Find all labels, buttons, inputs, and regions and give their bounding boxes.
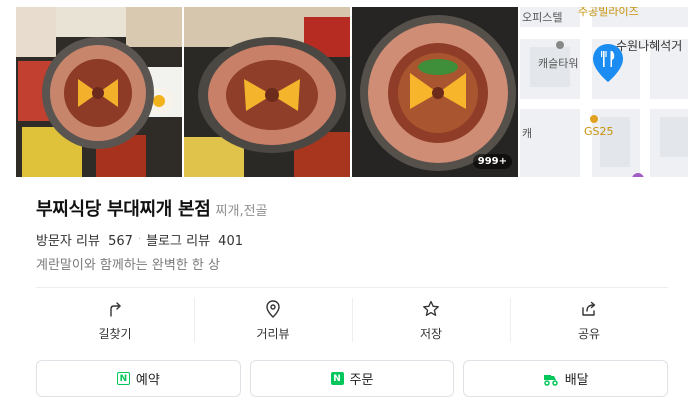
delivery-label: 배달 — [564, 373, 589, 388]
location-pin-icon — [266, 299, 280, 318]
directions-icon — [110, 301, 121, 317]
title-row: 부찌식당 부대찌개 본점 찌개,전골 — [36, 195, 268, 221]
photo-2-image — [184, 7, 350, 177]
review-row: 방문자 리뷰 567 · 블로그 리뷰 401 — [36, 230, 243, 249]
place-description: 계란말이와 함께하는 완벽한 한 상 — [36, 258, 220, 273]
photo-strip: 999+ 오피스텔 주공빌라이즈 캐슬타워 수원나혜석거 GS25 캐 — [16, 7, 688, 177]
fork-knife-icon — [593, 44, 623, 82]
blog-review-link[interactable]: 블로그 리뷰 401 — [146, 230, 243, 249]
share-icon — [582, 301, 596, 316]
photo-1[interactable] — [16, 7, 182, 177]
place-name[interactable]: 부찌식당 부대찌개 본점 — [36, 195, 211, 221]
directions-label: 길찾기 — [98, 326, 132, 341]
map-label-villa: 주공빌라이즈 — [578, 7, 639, 18]
map-label-gs25: GS25 — [584, 125, 614, 138]
order-button[interactable]: N 주문 — [249, 360, 455, 397]
map-background — [520, 7, 688, 177]
place-category: 찌개,전골 — [215, 204, 268, 219]
share-button[interactable]: 공유 — [510, 288, 668, 352]
photo-3[interactable]: 999+ — [352, 7, 518, 177]
save-label: 저장 — [419, 326, 443, 341]
visitor-review-link[interactable]: 방문자 리뷰 567 — [36, 230, 133, 249]
booking-buttons: N 예약 N 주문 배달 — [36, 360, 669, 397]
order-label: 주문 — [349, 373, 374, 388]
action-bar: 길찾기 거리뷰 저장 공유 — [36, 288, 668, 352]
photo-1-image — [16, 7, 182, 177]
share-label: 공유 — [577, 326, 601, 341]
save-button[interactable]: 저장 — [352, 288, 510, 352]
photo-3-image — [352, 7, 518, 177]
photo-count-badge: 999+ — [472, 154, 512, 169]
delivery-button[interactable]: 배달 — [463, 360, 669, 397]
map-label-street: 수원나혜석거 — [616, 39, 683, 53]
star-icon — [423, 300, 439, 316]
reserve-label: 예약 — [135, 373, 160, 388]
map-thumbnail[interactable]: 오피스텔 주공빌라이즈 캐슬타워 수원나혜석거 GS25 캐 — [520, 7, 688, 177]
visitor-review-count: 567 — [108, 234, 133, 249]
map-label-castle-tower: 캐슬타워 — [538, 57, 579, 70]
blog-review-count: 401 — [218, 234, 243, 249]
photo-2[interactable] — [184, 7, 350, 177]
street-view-label: 거리뷰 — [256, 326, 290, 341]
reserve-button[interactable]: N 예약 — [36, 360, 241, 397]
visitor-review-label: 방문자 리뷰 — [36, 234, 100, 249]
street-view-button[interactable]: 거리뷰 — [194, 288, 352, 352]
delivery-scooter-icon — [543, 374, 558, 386]
directions-button[interactable]: 길찾기 — [36, 288, 194, 352]
blog-review-label: 블로그 리뷰 — [146, 234, 211, 249]
place-card: 999+ 오피스텔 주공빌라이즈 캐슬타워 수원나혜석거 GS25 캐 부찌식당… — [16, 0, 688, 419]
naver-reserve-icon: N — [116, 372, 130, 385]
naver-order-icon: N — [330, 372, 344, 385]
map-label-partial: 캐 — [522, 127, 533, 140]
separator-dot: · — [137, 234, 142, 245]
map-label-officetel: 오피스텔 — [522, 11, 563, 24]
